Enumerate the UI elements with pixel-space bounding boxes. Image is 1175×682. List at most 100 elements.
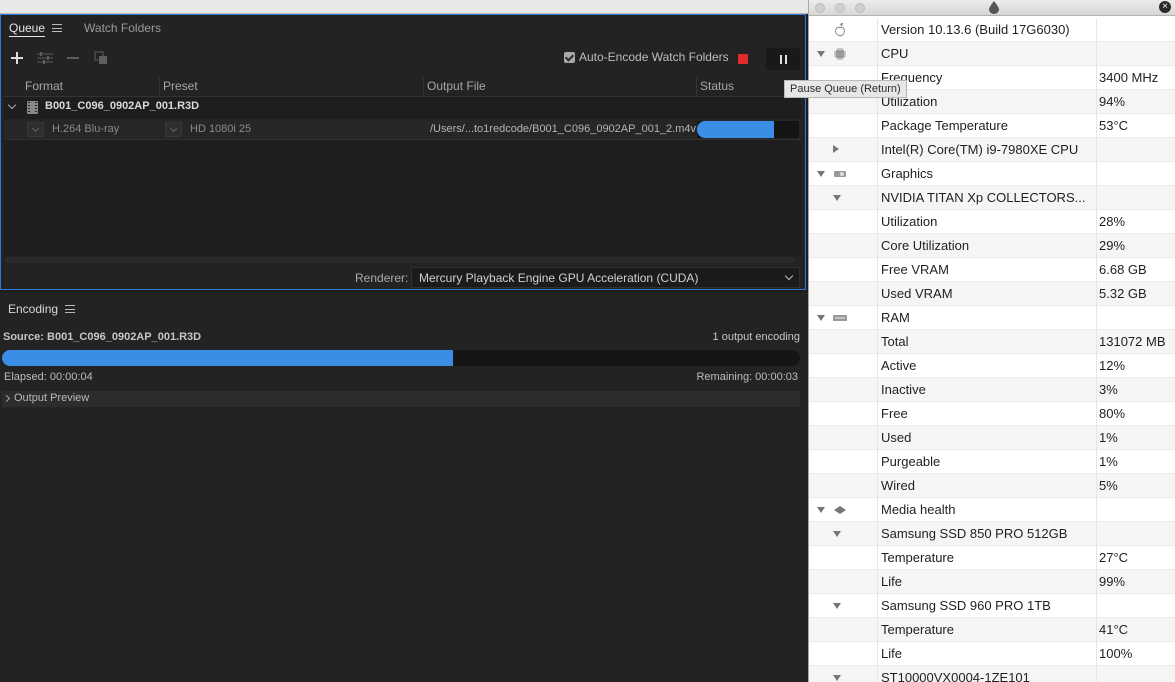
stats-row: Life 99%	[809, 570, 1175, 594]
format-dropdown[interactable]	[27, 122, 44, 137]
queue-source-row[interactable]: B001_C096_0902AP_001.R3D	[4, 97, 801, 118]
preset-settings-button[interactable]	[35, 48, 55, 68]
renderer-row: Renderer: Mercury Playback Engine GPU Ac…	[1, 267, 805, 289]
panel-menu-icon[interactable]	[52, 24, 63, 32]
stats-label: Life	[881, 646, 902, 661]
column-divider	[1096, 402, 1097, 426]
preset-dropdown[interactable]	[165, 122, 182, 137]
stats-row: Life 100%	[809, 642, 1175, 666]
stats-list: Version 10.13.6 (Build 17G6030) CPU Freque…	[809, 18, 1175, 682]
source-name: B001_C096_0902AP_001.R3D	[45, 100, 200, 112]
stats-value: 6.68 GB	[1099, 262, 1147, 277]
column-format[interactable]: Format	[25, 79, 63, 93]
duplicate-button[interactable]	[91, 48, 111, 68]
window-zoom-button[interactable]	[855, 3, 865, 13]
disclosure-down-icon[interactable]	[817, 507, 825, 513]
tab-queue-label: Queue	[9, 20, 46, 37]
disclosure-down-icon[interactable]	[833, 675, 841, 681]
queue-column-header: Format Preset Output File Status	[4, 77, 801, 96]
disclosure-down-icon[interactable]	[833, 603, 841, 609]
output-preset[interactable]: HD 1080i 25	[190, 123, 251, 135]
horizontal-scrollbar[interactable]	[5, 257, 795, 263]
stats-label: Free	[881, 406, 908, 421]
stats-row: Free VRAM 6.68 GB	[809, 258, 1175, 282]
stats-row-gutter	[809, 618, 878, 642]
stats-row-gutter	[809, 642, 878, 666]
stats-row-gutter	[809, 426, 878, 450]
stats-row[interactable]: NVIDIA TITAN Xp COLLECTORS...	[809, 186, 1175, 210]
cpu-icon	[833, 47, 847, 61]
stats-value: 27°C	[1099, 550, 1129, 565]
stats-row[interactable]: CPU	[809, 42, 1175, 66]
stats-titlebar: ×	[809, 0, 1175, 16]
stats-row: Used VRAM 5.32 GB	[809, 282, 1175, 306]
stats-label: Version 10.13.6 (Build 17G6030)	[881, 22, 1070, 37]
add-source-button[interactable]	[7, 48, 27, 68]
disclosure-right-icon[interactable]	[833, 145, 839, 153]
column-divider	[1096, 162, 1097, 186]
stats-row[interactable]: ST10000VX0004-1ZE101	[809, 666, 1175, 682]
disclosure-down-icon[interactable]	[817, 171, 825, 177]
disclosure-down-icon[interactable]	[817, 315, 825, 321]
pause-queue-button[interactable]	[766, 48, 800, 70]
disclosure-down-icon[interactable]	[833, 195, 841, 201]
window-close-button[interactable]	[815, 3, 825, 13]
stats-row[interactable]: Samsung SSD 850 PRO 512GB	[809, 522, 1175, 546]
stats-label: Samsung SSD 960 PRO 1TB	[881, 598, 1051, 613]
panel-menu-icon[interactable]	[65, 305, 76, 313]
disk-icon	[833, 503, 847, 517]
column-divider	[1096, 498, 1097, 522]
queue-panel: Queue Watch Folders Auto-Encode Watch Fo…	[0, 14, 806, 290]
stats-value: 99%	[1099, 574, 1126, 589]
stats-row-gutter	[809, 666, 878, 682]
output-format[interactable]: H.264 Blu-ray	[52, 123, 119, 135]
stats-label: Intel(R) Core(TM) i9-7980XE CPU	[881, 142, 1079, 157]
encoding-source: Source: B001_C096_0902AP_001.R3D	[3, 331, 202, 343]
stats-row: Wired 5%	[809, 474, 1175, 498]
tab-queue[interactable]: Queue	[1, 15, 70, 41]
stop-queue-button[interactable]	[738, 54, 748, 64]
stats-row[interactable]: Samsung SSD 960 PRO 1TB	[809, 594, 1175, 618]
column-status[interactable]: Status	[700, 79, 734, 93]
stats-value: 1%	[1099, 430, 1118, 445]
stats-value: 3%	[1099, 382, 1118, 397]
column-preset[interactable]: Preset	[163, 79, 198, 93]
column-divider	[1096, 474, 1097, 498]
queue-output-row[interactable]: H.264 Blu-ray HD 1080i 25 /Users/...to1r…	[4, 119, 801, 140]
chevron-down-icon	[784, 271, 794, 281]
stats-row-gutter	[809, 402, 878, 426]
stats-row[interactable]: RAM	[809, 306, 1175, 330]
tab-encoding[interactable]: Encoding	[8, 302, 76, 316]
film-icon	[27, 101, 38, 114]
remove-button[interactable]	[63, 48, 83, 68]
chevron-down-icon[interactable]	[7, 100, 17, 110]
auto-encode-toggle[interactable]: Auto-Encode Watch Folders	[564, 50, 729, 64]
renderer-select[interactable]: Mercury Playback Engine GPU Acceleration…	[411, 267, 800, 288]
stats-row: Active 12%	[809, 354, 1175, 378]
stats-label: Media health	[881, 502, 956, 517]
auto-encode-checkbox[interactable]	[564, 51, 575, 63]
stats-label: Purgeable	[881, 454, 941, 469]
column-output-file[interactable]: Output File	[427, 79, 486, 93]
disclosure-down-icon[interactable]	[833, 531, 841, 537]
stats-row-gutter	[809, 258, 878, 282]
gpu-icon	[833, 167, 847, 181]
stats-value: 94%	[1099, 94, 1126, 109]
output-preview-toggle[interactable]: Output Preview	[2, 391, 800, 407]
column-divider	[1096, 666, 1097, 682]
stats-value: 29%	[1099, 238, 1126, 253]
stats-value: 80%	[1099, 406, 1126, 421]
tab-watch-folders[interactable]: Watch Folders	[76, 15, 169, 41]
stats-row[interactable]: Media health	[809, 498, 1175, 522]
stats-row: Version 10.13.6 (Build 17G6030)	[809, 18, 1175, 42]
stats-row[interactable]: Graphics	[809, 162, 1175, 186]
close-icon[interactable]: ×	[1159, 1, 1171, 13]
stats-row-gutter	[809, 330, 878, 354]
output-file-path[interactable]: /Users/...to1redcode/B001_C096_0902AP_00…	[430, 123, 696, 135]
stats-row-gutter	[809, 114, 878, 138]
column-divider	[1096, 90, 1097, 114]
window-minimize-button[interactable]	[835, 3, 845, 13]
stats-row: Free 80%	[809, 402, 1175, 426]
stats-row[interactable]: Intel(R) Core(TM) i9-7980XE CPU	[809, 138, 1175, 162]
disclosure-down-icon[interactable]	[817, 51, 825, 57]
